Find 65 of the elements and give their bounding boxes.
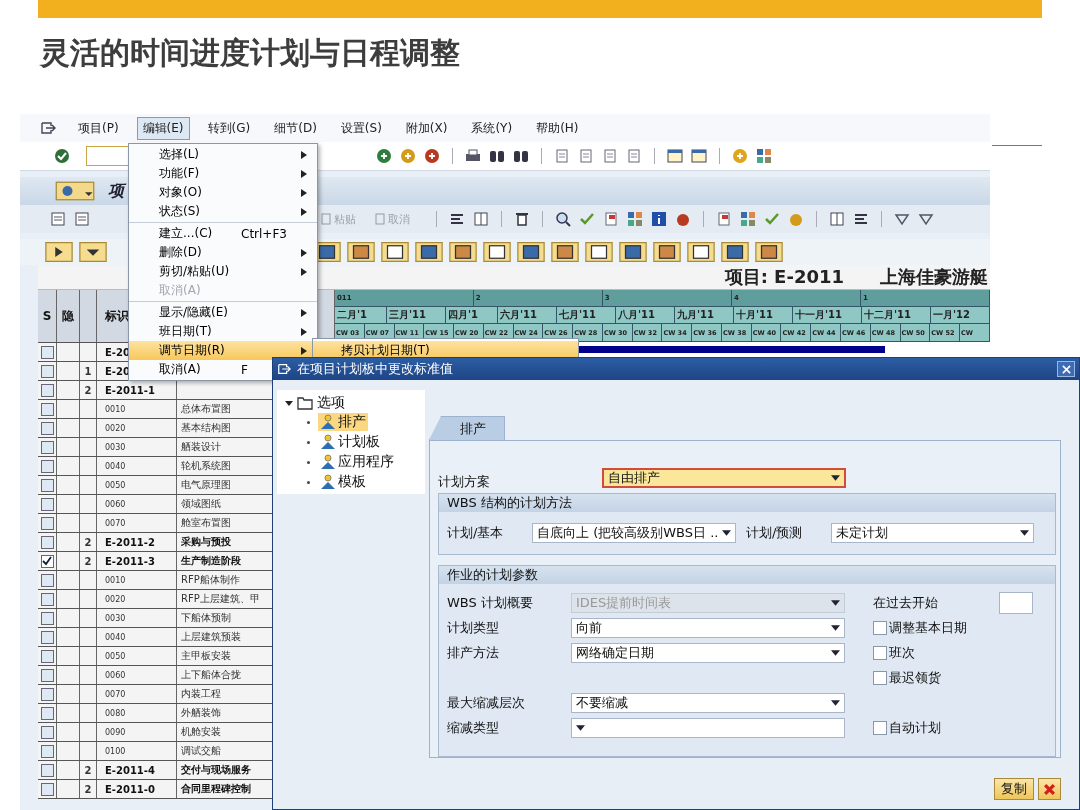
- table-cell: 总体布置图: [181, 402, 231, 416]
- project-id: 项目: E-2011: [724, 265, 844, 289]
- table-cell: E-2011-0: [105, 783, 155, 795]
- table-cell: 0050: [105, 651, 126, 661]
- field-label: 计划/基本: [447, 524, 505, 542]
- table-cell: 基本结构图: [181, 421, 231, 435]
- table-cell: 0080: [105, 708, 126, 718]
- field-label: 在过去开始: [873, 593, 938, 612]
- table-cell: 0090: [105, 727, 126, 737]
- table-cell: 0050: [105, 480, 126, 490]
- table-cell: E-2011-2: [105, 536, 155, 548]
- table-cell: RFP上层建筑、甲: [181, 592, 260, 606]
- table-cell: 0060: [105, 499, 126, 509]
- slide-title: 灵活的时间进度计划与日程调整: [40, 34, 461, 72]
- table-cell: 舾装设计: [181, 440, 221, 454]
- table-cell: 交付与现场服务: [181, 763, 251, 777]
- level-cell: 2: [84, 384, 92, 396]
- level-cell: 2: [84, 555, 92, 567]
- level-cell: 1: [84, 365, 92, 377]
- field-label: 计划/预测: [746, 524, 804, 542]
- table-cell: 0070: [105, 518, 126, 528]
- dialog-title: 在项目计划板中更改标准值: [297, 360, 454, 378]
- level-cell: 2: [84, 783, 92, 795]
- table-cell: 采购与预投: [181, 535, 231, 549]
- table-cell: 下船体预制: [181, 611, 231, 625]
- level-cell: 2: [84, 764, 92, 776]
- table-cell: 0030: [105, 613, 126, 623]
- field-label: 缩减类型: [447, 718, 500, 737]
- table-cell: 0060: [105, 670, 126, 680]
- table-cell: 0010: [105, 404, 126, 414]
- table-cell: 0020: [105, 594, 126, 604]
- table-cell: 机舱安装: [181, 725, 221, 739]
- table-cell: 0010: [105, 575, 126, 585]
- field-label: 最大缩减层次: [447, 693, 526, 712]
- table-cell: 0070: [105, 689, 126, 699]
- group-title: WBS 结构的计划方法: [439, 494, 1055, 512]
- table-cell: 合同里程碑控制: [181, 782, 251, 796]
- table-cell: 外舾装饰: [181, 706, 221, 720]
- table-cell: 主甲板安装: [181, 649, 231, 663]
- level-cell: 2: [84, 536, 92, 548]
- table-cell: 轮机系统图: [181, 459, 231, 473]
- project-name: 上海佳豪游艇: [880, 265, 988, 289]
- table-cell: E-2011-1: [105, 384, 155, 396]
- table-cell: E-2011-4: [105, 764, 155, 776]
- table-cell: 内装工程: [181, 687, 221, 701]
- field-label: 计划类型: [447, 618, 500, 637]
- field-label: 计划方案: [438, 473, 491, 491]
- table-cell: 领域图纸: [181, 497, 221, 511]
- screen-title: 项: [108, 180, 124, 202]
- table-cell: 调试交船: [181, 744, 221, 758]
- table-cell: 上层建筑预装: [181, 630, 241, 644]
- table-cell: 0040: [105, 461, 126, 471]
- table-cell: RFP船体制作: [181, 573, 240, 587]
- table-cell: 电气原理图: [181, 478, 231, 492]
- table-cell: 生产制造阶段: [181, 554, 241, 568]
- table-cell: 0030: [105, 442, 126, 452]
- table-cell: 上下船体合拢: [181, 668, 241, 682]
- table-cell: 0040: [105, 632, 126, 642]
- table-cell: 0100: [105, 746, 126, 756]
- table-cell: E-2011-3: [105, 555, 155, 567]
- table-cell: 舱室布置图: [181, 516, 231, 530]
- group-title: 作业的计划参数: [439, 566, 1055, 584]
- field-label: WBS 计划概要: [447, 593, 534, 612]
- table-cell: 0020: [105, 423, 126, 433]
- field-label: 排产方法: [447, 643, 500, 662]
